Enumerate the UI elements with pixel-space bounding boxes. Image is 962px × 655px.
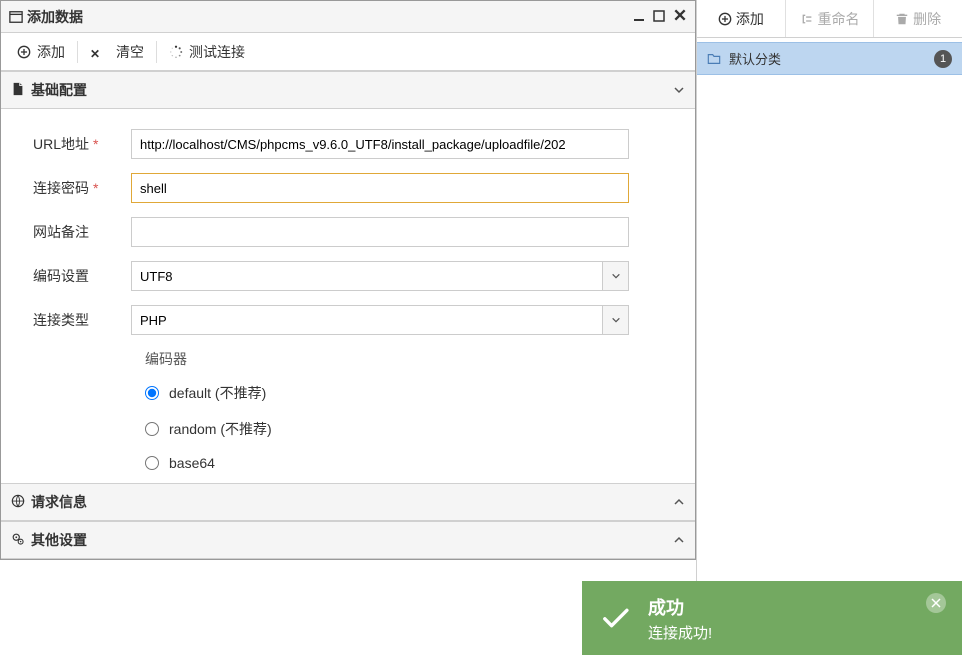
encoder-section-label: 编码器 — [145, 349, 685, 369]
toast-title: 成功 — [648, 594, 926, 620]
encoder-option-default[interactable]: default (不推荐) — [145, 383, 685, 403]
tree-item-label: 默认分类 — [729, 49, 781, 68]
panel-request-info-header[interactable]: 请求信息 — [1, 483, 695, 521]
url-label: URL地址* — [11, 134, 131, 154]
test-connection-button[interactable]: 测试连接 — [159, 36, 255, 68]
encoder-radio-base64[interactable] — [145, 456, 159, 470]
category-tree: 默认分类 1 — [697, 38, 962, 655]
conn-type-label: 连接类型 — [11, 310, 131, 330]
clear-button[interactable]: 清空 — [80, 36, 154, 68]
gears-icon — [11, 532, 25, 549]
minimize-button[interactable] — [633, 9, 645, 25]
dialog-toolbar: 添加 清空 测试连接 — [1, 33, 695, 71]
clear-icon — [90, 45, 104, 59]
browser-icon — [11, 494, 25, 511]
add-button-label: 添加 — [37, 42, 65, 62]
encode-select[interactable] — [131, 261, 629, 291]
close-button[interactable] — [673, 8, 687, 25]
category-sidebar: 添加 重命名 删除 默认分类 1 — [696, 0, 962, 655]
password-input[interactable] — [131, 173, 629, 203]
clear-button-label: 清空 — [116, 42, 144, 62]
encoder-option-random[interactable]: random (不推荐) — [145, 419, 685, 439]
test-connection-label: 测试连接 — [189, 42, 245, 62]
sidebar-rename-label: 重命名 — [818, 9, 860, 29]
url-input[interactable] — [131, 129, 629, 159]
toast-message: 连接成功! — [648, 622, 926, 643]
toast-close-button[interactable] — [926, 593, 946, 613]
sidebar-rename-button[interactable]: 重命名 — [786, 0, 875, 37]
conn-type-select[interactable] — [131, 305, 629, 335]
loading-icon — [169, 45, 183, 59]
maximize-button[interactable] — [653, 9, 665, 25]
panel-basic-config-header[interactable]: 基础配置 — [1, 71, 695, 109]
folder-icon — [707, 52, 721, 66]
sidebar-add-button[interactable]: 添加 — [697, 0, 786, 37]
sidebar-delete-label: 删除 — [913, 9, 941, 29]
panel-basic-config-title: 基础配置 — [31, 80, 87, 100]
add-button[interactable]: 添加 — [7, 36, 75, 68]
remark-label: 网站备注 — [11, 222, 131, 242]
panel-basic-config-body: URL地址* 连接密码* 网站备注 编码设置 — [1, 109, 695, 483]
sidebar-toolbar: 添加 重命名 删除 — [697, 0, 962, 38]
encode-label: 编码设置 — [11, 266, 131, 286]
panel-other-settings-header[interactable]: 其他设置 — [1, 521, 695, 559]
encoder-radio-label: default (不推荐) — [169, 383, 266, 403]
add-data-dialog: 添加数据 添加 — [0, 0, 696, 560]
chevron-up-icon — [673, 534, 685, 546]
encoder-radio-label: random (不推荐) — [169, 419, 272, 439]
dialog-title: 添加数据 — [27, 7, 83, 27]
window-icon — [9, 10, 23, 24]
remark-input[interactable] — [131, 217, 629, 247]
chevron-down-icon — [673, 84, 685, 96]
document-icon — [11, 82, 25, 99]
tree-item-default-category[interactable]: 默认分类 1 — [697, 42, 962, 75]
panel-other-settings-title: 其他设置 — [31, 530, 87, 550]
encoder-radio-label: base64 — [169, 455, 215, 471]
panel-request-info-title: 请求信息 — [31, 492, 87, 512]
sidebar-delete-button[interactable]: 删除 — [874, 0, 962, 37]
encoder-option-base64[interactable]: base64 — [145, 455, 685, 471]
encoder-radio-default[interactable] — [145, 386, 159, 400]
toolbar-separator — [156, 41, 157, 63]
toolbar-separator — [77, 41, 78, 63]
chevron-up-icon — [673, 496, 685, 508]
sidebar-add-label: 添加 — [736, 9, 764, 29]
checkmark-icon — [598, 601, 632, 635]
encoder-radio-random[interactable] — [145, 422, 159, 436]
dialog-titlebar: 添加数据 — [1, 1, 695, 33]
tree-item-count-badge: 1 — [934, 50, 952, 68]
password-label: 连接密码* — [11, 178, 131, 198]
success-toast: 成功 连接成功! — [582, 581, 962, 655]
